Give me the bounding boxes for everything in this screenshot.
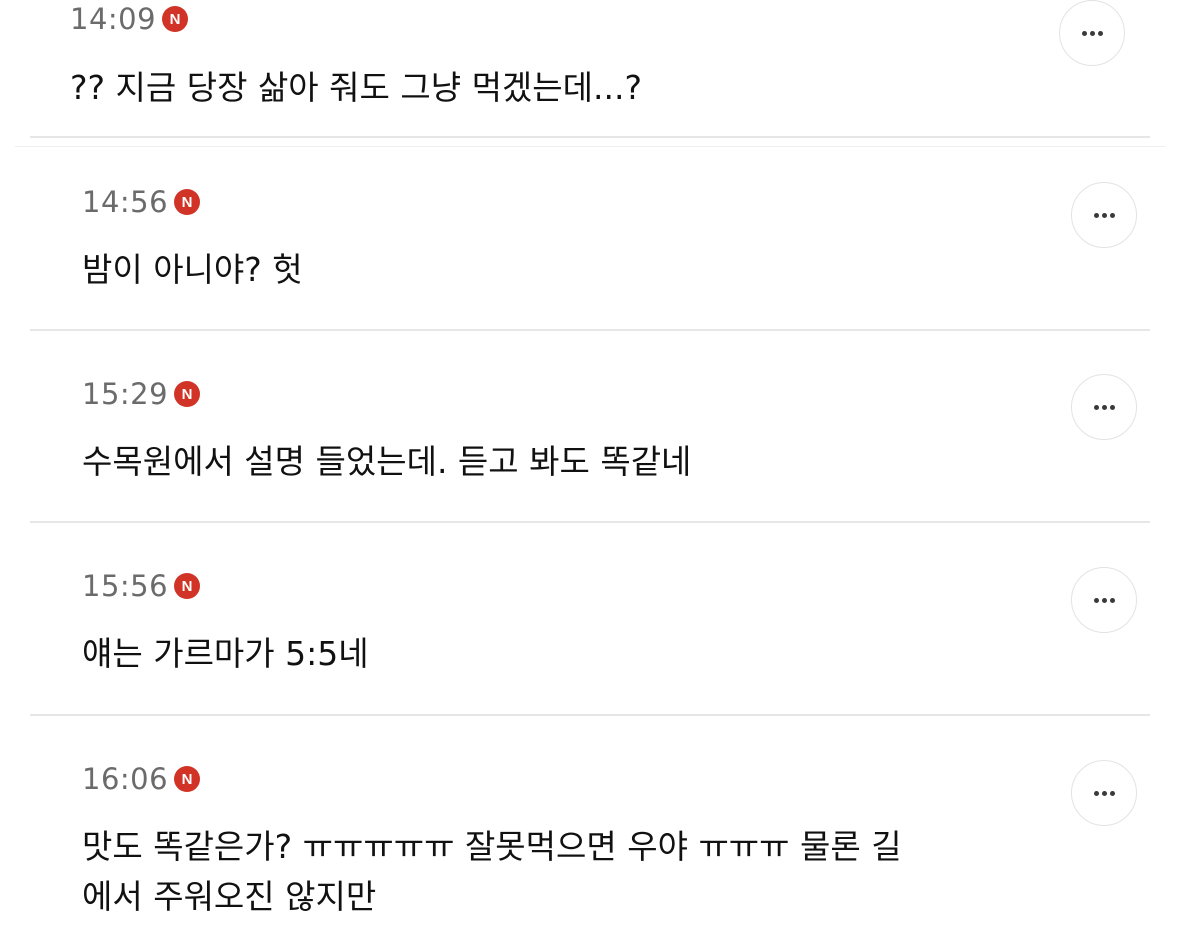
new-badge-icon: N — [174, 381, 201, 407]
comment-time: 14:56 — [82, 185, 169, 219]
divider — [30, 714, 1150, 716]
more-options-button[interactable] — [1071, 760, 1137, 826]
new-badge-icon: N — [162, 6, 189, 32]
comment-text: 밤이 아니야? 헛 — [82, 250, 303, 289]
new-badge-icon: N — [174, 573, 201, 599]
comment-time: 16:06 — [82, 762, 169, 796]
comment-meta: 14:09 N — [70, 2, 189, 36]
new-badge-icon: N — [174, 189, 201, 215]
more-options-icon — [1081, 30, 1087, 36]
more-options-button[interactable] — [1071, 182, 1137, 248]
comment-meta: 16:06 N — [82, 762, 201, 796]
divider — [15, 146, 1165, 147]
comment-time: 14:09 — [70, 2, 157, 36]
comment-time: 15:56 — [82, 569, 169, 603]
comment-time: 15:29 — [82, 377, 169, 411]
comment-text-line1: 맛도 똑같은가? ㅠㅠㅠㅠㅠ 잘못먹으면 우야 ㅠㅠㅠ 물론 길 — [82, 827, 902, 866]
comment-meta: 15:56 N — [82, 569, 201, 603]
more-options-icon — [1093, 790, 1099, 796]
divider — [30, 521, 1150, 523]
more-options-icon — [1093, 404, 1099, 410]
comment-text: ?? 지금 당장 삶아 줘도 그냥 먹겠는데...? — [70, 68, 642, 107]
comment-meta: 14:56 N — [82, 185, 201, 219]
new-badge-icon: N — [174, 766, 201, 792]
comment-text-line2: 에서 주워오진 않지만 — [82, 877, 377, 916]
more-options-icon — [1093, 212, 1099, 218]
more-options-button[interactable] — [1071, 374, 1137, 440]
comment-meta: 15:29 N — [82, 377, 201, 411]
more-options-button[interactable] — [1071, 567, 1137, 633]
more-options-icon — [1093, 597, 1099, 603]
more-options-button[interactable] — [1059, 0, 1125, 66]
divider — [30, 329, 1150, 331]
divider — [30, 136, 1150, 138]
comment-text: 수목원에서 설명 들었는데. 듣고 봐도 똑같네 — [82, 442, 692, 481]
comment-text: 얘는 가르마가 5:5네 — [82, 634, 369, 673]
